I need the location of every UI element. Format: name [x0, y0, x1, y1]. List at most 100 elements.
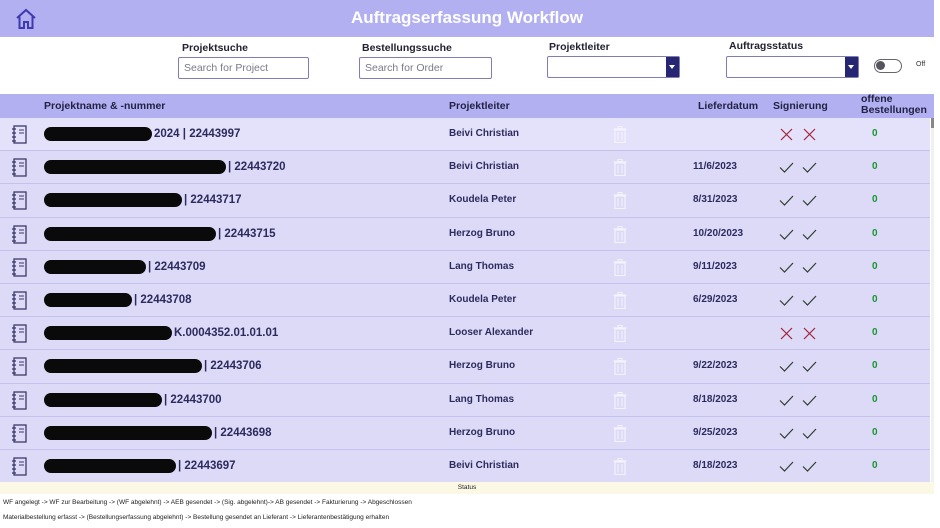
notebook-icon — [12, 258, 27, 277]
project-leader: Lang Thomas — [449, 393, 515, 405]
open-orders-count: 0 — [872, 360, 878, 372]
project-name-visible: | 22443698 — [214, 426, 272, 439]
check-icon — [802, 295, 817, 306]
check-icon — [802, 162, 817, 174]
order-search-input[interactable] — [359, 57, 492, 79]
cross-icon — [780, 327, 793, 340]
column-header-signing: Signierung — [773, 100, 828, 112]
open-orders-count: 0 — [872, 128, 878, 139]
project-leader: Koudela Peter — [449, 194, 517, 206]
open-orders-count: 0 — [872, 426, 878, 438]
trash-icon[interactable] — [613, 292, 627, 309]
list-scrollbar[interactable] — [931, 118, 934, 482]
notebook-icon — [12, 457, 27, 476]
order-status-dropdown[interactable] — [726, 56, 859, 78]
order-search-label: Bestellungssuche — [362, 42, 452, 54]
project-name: | 22443715 — [44, 226, 444, 241]
trash-icon[interactable] — [613, 458, 627, 475]
table-row[interactable]: 2024 | 22443997 Beivi Christian 0 — [0, 118, 930, 152]
table-row[interactable]: K.0004352.01.01.01 Looser Alexander 0 — [0, 317, 930, 351]
project-name: | 22443717 — [44, 193, 444, 208]
project-name-visible: | 22443715 — [218, 227, 276, 240]
project-name: | 22443698 — [44, 425, 444, 440]
cross-icon — [803, 128, 816, 141]
project-name-visible: 2024 | 22443997 — [154, 128, 241, 141]
project-name-visible: | 22443706 — [204, 360, 262, 373]
filter-toggle[interactable] — [874, 59, 902, 73]
project-name-visible: | 22443708 — [134, 294, 192, 307]
table-row[interactable]: | 22443715 Herzog Bruno 10/20/2023 0 — [0, 217, 930, 251]
project-search-input[interactable] — [178, 57, 309, 79]
delivery-date: 8/18/2023 — [693, 393, 738, 405]
check-icon — [802, 262, 817, 273]
project-list[interactable]: 2024 | 22443997 Beivi Christian 0 | 2244372… — [0, 118, 930, 482]
open-orders-count: 0 — [872, 460, 878, 471]
trash-icon[interactable] — [613, 258, 627, 276]
project-name: | 22443709 — [44, 259, 444, 274]
check-icon — [802, 229, 817, 240]
trash-icon[interactable] — [613, 424, 627, 442]
project-name: 2024 | 22443997 — [44, 127, 444, 141]
notebook-icon — [12, 324, 27, 343]
open-orders-count: 0 — [872, 161, 878, 173]
table-row[interactable]: | 22443708 Koudela Peter 6/29/2023 0 — [0, 284, 930, 318]
cross-icon — [803, 327, 816, 340]
table-row[interactable]: | 22443717 Koudela Peter 8/31/2023 0 — [0, 184, 930, 218]
column-header-open-orders-line2: Bestellungen — [861, 104, 927, 116]
project-leader-dropdown[interactable] — [547, 56, 680, 78]
filter-bar: Projektsuche Bestellungssuche Projektlei… — [0, 37, 934, 94]
project-name-visible: | 22443697 — [178, 460, 236, 473]
redacted-text — [44, 193, 182, 208]
order-status-label: Auftragsstatus — [729, 40, 804, 52]
delivery-date: 8/31/2023 — [693, 194, 738, 206]
check-icon — [802, 361, 817, 373]
table-row[interactable]: | 22443697 Beivi Christian 8/18/2023 0 — [0, 450, 930, 482]
redacted-text — [44, 226, 216, 241]
trash-icon[interactable] — [613, 159, 627, 177]
project-leader: Beivi Christian — [449, 161, 520, 173]
check-icon — [779, 162, 794, 174]
trash-icon[interactable] — [613, 358, 627, 376]
scrollbar-thumb[interactable] — [931, 118, 934, 128]
page-title: Auftragserfassung Workflow — [350, 8, 584, 27]
notebook-icon — [12, 224, 27, 244]
notebook-icon — [12, 390, 27, 410]
cross-icon — [780, 128, 793, 141]
delivery-date: 8/18/2023 — [693, 460, 738, 471]
table-header: Projektname & -nummer Projektleiter Lief… — [0, 94, 934, 118]
check-icon — [779, 461, 794, 472]
open-orders-count: 0 — [872, 327, 878, 339]
notebook-icon — [12, 158, 27, 177]
check-icon — [779, 229, 794, 240]
table-row[interactable]: | 22443720 Beivi Christian 11/6/2023 0 — [0, 151, 930, 185]
project-name: | 22443706 — [44, 359, 444, 374]
redacted-text — [44, 326, 172, 341]
table-row[interactable]: | 22443700 Lang Thomas 8/18/2023 0 — [0, 383, 930, 417]
project-leader: Beivi Christian — [449, 128, 520, 139]
table-row[interactable]: | 22443698 Herzog Bruno 9/25/2023 0 — [0, 416, 930, 450]
table-row[interactable]: | 22443706 Herzog Bruno 9/22/2023 0 — [0, 350, 930, 384]
project-name-visible: | 22443709 — [148, 260, 206, 273]
redacted-text — [44, 459, 176, 473]
project-leader-label: Projektleiter — [549, 41, 610, 53]
notebook-icon — [12, 424, 27, 443]
column-header-name: Projektname & -nummer — [44, 100, 166, 112]
app-header: Auftragserfassung Workflow — [0, 0, 934, 37]
trash-icon[interactable] — [613, 126, 627, 143]
trash-icon[interactable] — [613, 325, 627, 343]
check-icon — [779, 428, 794, 439]
trash-icon[interactable] — [613, 225, 627, 243]
project-leader: Herzog Bruno — [449, 227, 516, 239]
check-icon — [802, 461, 817, 472]
table-row[interactable]: | 22443709 Lang Thomas 9/11/2023 0 — [0, 250, 930, 284]
workflow-status-legend: WF angelegt -> WF zur Bearbeitung -> (WF… — [3, 499, 412, 506]
project-name-visible: | 22443717 — [184, 194, 242, 207]
project-search-label: Projektsuche — [182, 42, 248, 54]
trash-icon[interactable] — [613, 391, 627, 409]
open-orders-count: 0 — [872, 294, 878, 305]
chevron-down-icon — [666, 57, 679, 77]
project-name-visible: | 22443720 — [228, 161, 286, 174]
column-header-open-orders: offene Bestellungen — [861, 94, 927, 116]
trash-icon[interactable] — [613, 192, 627, 210]
check-icon — [779, 195, 794, 207]
